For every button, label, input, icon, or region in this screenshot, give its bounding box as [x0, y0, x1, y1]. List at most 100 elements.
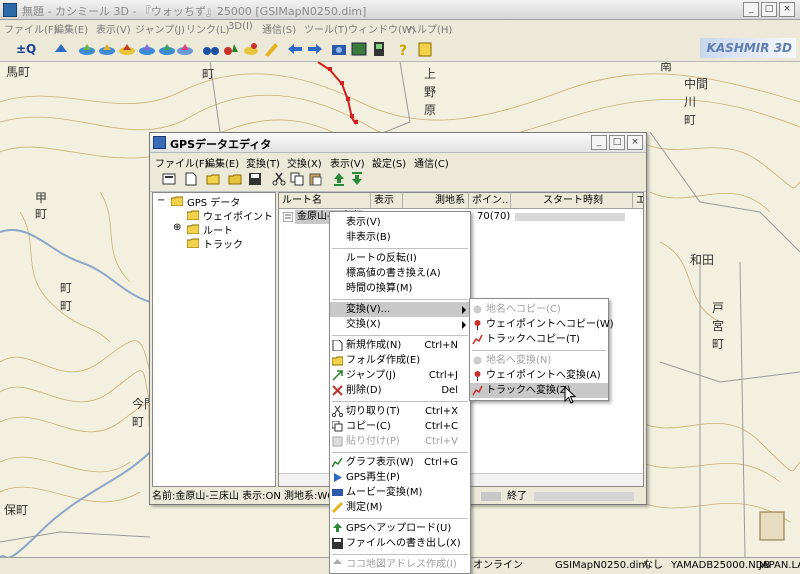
cm-export-file[interactable]: ファイルへの書き出し(X): [330, 536, 470, 551]
cm-paste[interactable]: 貼り付け(P) Ctrl+V: [330, 434, 470, 449]
cm-show[interactable]: 表示(V): [330, 215, 470, 230]
tree-item-route[interactable]: ルート: [203, 222, 233, 237]
sub-convert-to-waypoint[interactable]: ウェイポイントへ変換(A): [470, 368, 608, 383]
cm-movie-convert[interactable]: ムービー変換(M): [330, 485, 470, 500]
map-layer-6-icon[interactable]: [176, 40, 194, 58]
book-icon[interactable]: [416, 40, 434, 58]
tree-expander-root[interactable]: −: [157, 195, 165, 206]
map-label-18: 保町: [4, 503, 28, 517]
sub-copy-to-track[interactable]: トラックへコピー(T): [470, 332, 608, 347]
binoculars-icon[interactable]: [202, 40, 220, 58]
menu-tools[interactable]: ツール(T): [304, 21, 348, 36]
cm-time-conversion[interactable]: 時間の換算(M): [330, 281, 470, 296]
map-layer-3-icon[interactable]: [118, 40, 136, 58]
gps-editor-title-bar: GPSデータエディタ _ □ ×: [150, 133, 646, 153]
copy-icon[interactable]: [290, 172, 304, 186]
ruler-icon: [332, 502, 343, 513]
properties-icon[interactable]: [162, 172, 176, 186]
col-end[interactable]: エ: [633, 193, 643, 208]
maximize-button[interactable]: □: [761, 2, 777, 17]
camera-icon[interactable]: [330, 40, 348, 58]
gps-menu-view[interactable]: 表示(V): [330, 155, 365, 170]
menu-edit[interactable]: 編集(E): [54, 21, 88, 36]
status-online: オンライン: [473, 560, 523, 571]
col-points[interactable]: ポイン..: [469, 193, 511, 208]
map-layer-2-icon[interactable]: [98, 40, 116, 58]
new-folder-icon[interactable]: [206, 172, 220, 186]
col-route-name[interactable]: ルート名: [279, 193, 371, 208]
gps-menu-exchange[interactable]: 交換(X): [287, 155, 322, 170]
cm-reverse-route[interactable]: ルートの反転(I): [330, 251, 470, 266]
photo-icon[interactable]: [350, 40, 368, 58]
gps-menu-settings[interactable]: 設定(S): [372, 155, 406, 170]
forward-arrow-icon[interactable]: [306, 40, 324, 58]
col-datum[interactable]: 測地系: [403, 193, 469, 208]
cm-gps-playback[interactable]: GPS再生(P): [330, 470, 470, 485]
cm-exchange[interactable]: 交換(X): [330, 317, 470, 332]
cm-cut[interactable]: 切り取り(T) Ctrl+X: [330, 404, 470, 419]
tree-root-label[interactable]: GPS データ: [187, 194, 240, 209]
cm-convert[interactable]: 変換(V)...: [330, 302, 470, 317]
save-icon[interactable]: [248, 172, 262, 186]
cm-new[interactable]: 新規作成(N) Ctrl+N: [330, 338, 470, 353]
cm-jump[interactable]: ジャンプ(J) Ctrl+J: [330, 368, 470, 383]
sub-convert-to-track[interactable]: トラックへ変換(Z): [470, 383, 608, 398]
cm-measure[interactable]: 測定(M): [330, 500, 470, 515]
cm-rewrite-elevation[interactable]: 標高値の書き換え(A): [330, 266, 470, 281]
gps-close-button[interactable]: ×: [627, 135, 643, 150]
upload-icon[interactable]: [332, 172, 346, 186]
tree-item-waypoint[interactable]: ウェイポイント: [203, 208, 273, 223]
zoom-toggle-button[interactable]: ±Q: [16, 40, 42, 58]
gps-data-tree[interactable]: − GPS データ ウェイポイント ⊕ ルート トラック: [152, 192, 276, 487]
cm-copy[interactable]: コピー(C) Ctrl+C: [330, 419, 470, 434]
menu-comm[interactable]: 通信(S): [262, 21, 296, 36]
col-display[interactable]: 表示: [371, 193, 403, 208]
cut-icon[interactable]: [272, 172, 286, 186]
open-icon[interactable]: [228, 172, 242, 186]
map-label-12: 町: [60, 281, 72, 295]
gps-menu-convert[interactable]: 変換(T): [246, 155, 280, 170]
waypoint-tool-icon[interactable]: [222, 40, 240, 58]
map-label-4: 町: [35, 207, 47, 221]
col-start-time[interactable]: スタート時刻: [511, 193, 633, 208]
menu-window[interactable]: ウィンドウ(W): [348, 21, 416, 36]
status-none: なし: [643, 560, 663, 571]
gps-menu-edit[interactable]: 編集(E): [205, 155, 239, 170]
cm-graph[interactable]: グラフ表示(W) Ctrl+G: [330, 455, 470, 470]
menu-3d[interactable]: 3D(I): [228, 21, 253, 32]
sub-convert-to-placename[interactable]: 地名へ変換(N): [470, 353, 608, 368]
sub-copy-to-waypoint[interactable]: ウェイポイントへコピー(W): [470, 317, 614, 332]
gps-menu-file[interactable]: ファイル(F): [155, 155, 209, 170]
gps-minimize-button[interactable]: _: [591, 135, 607, 150]
navigate-icon[interactable]: [52, 40, 70, 58]
pencil-icon[interactable]: [262, 40, 280, 58]
menu-view[interactable]: 表示(V): [96, 21, 131, 36]
new-file-icon[interactable]: [184, 172, 198, 186]
paste-icon[interactable]: [308, 172, 322, 186]
cm-create-folder[interactable]: フォルダ作成(E): [330, 353, 470, 368]
tree-expander-route[interactable]: ⊕: [173, 222, 181, 233]
cm-delete[interactable]: 削除(D) Del: [330, 383, 470, 398]
cm-hide[interactable]: 非表示(B): [330, 230, 470, 245]
device-icon[interactable]: [370, 40, 388, 58]
close-button[interactable]: ×: [779, 2, 795, 17]
map-label-10: 川: [684, 95, 696, 109]
minimize-button[interactable]: _: [743, 2, 759, 17]
cm-map-address[interactable]: ココ地図アドレス作成(I): [330, 557, 470, 572]
menu-link[interactable]: リンク(L): [186, 21, 229, 36]
back-arrow-icon[interactable]: [286, 40, 304, 58]
map-layer-5-icon[interactable]: [158, 40, 176, 58]
sub-copy-to-placename[interactable]: 地名へコピー(C): [470, 302, 608, 317]
cm-upload-gps[interactable]: GPSへアップロード(U): [330, 521, 470, 536]
menu-jump[interactable]: ジャンプ(J): [135, 21, 185, 36]
menu-file[interactable]: ファイル(F): [4, 21, 58, 36]
help-icon[interactable]: ?: [394, 40, 412, 58]
map-layer-1-icon[interactable]: [78, 40, 96, 58]
gps-maximize-button[interactable]: □: [609, 135, 625, 150]
download-icon[interactable]: [350, 172, 364, 186]
map-layer-4-icon[interactable]: [138, 40, 156, 58]
marker-tool-icon[interactable]: [242, 40, 260, 58]
menu-help[interactable]: ヘルプ(H): [407, 21, 452, 36]
gps-menu-comm[interactable]: 通信(C): [414, 155, 449, 170]
tree-item-track[interactable]: トラック: [203, 236, 243, 251]
